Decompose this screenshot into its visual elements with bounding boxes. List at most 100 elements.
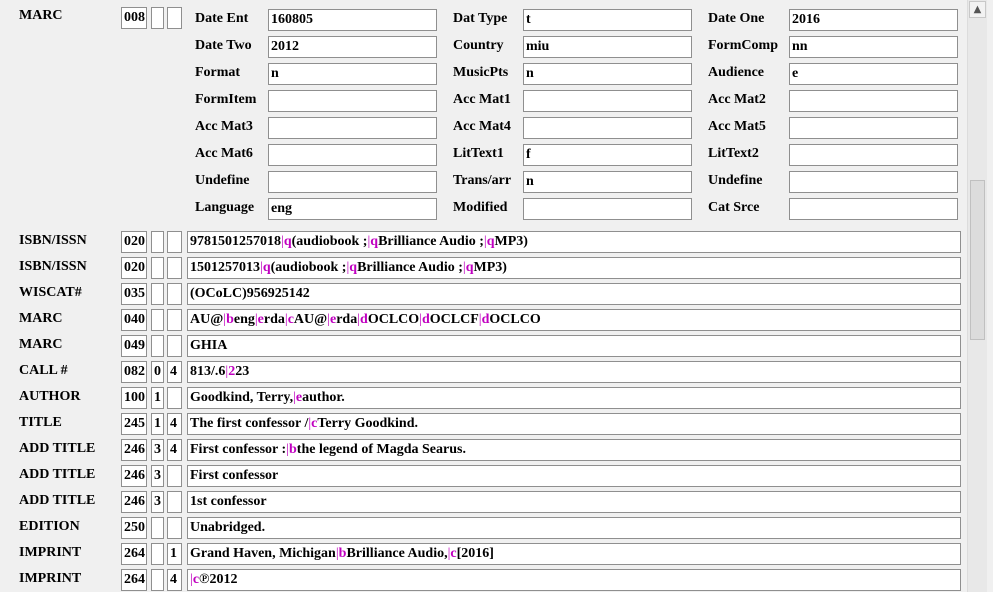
tag-box[interactable]: 020 (121, 231, 147, 253)
field-content[interactable]: The first confessor /|cTerry Goodkind. (187, 413, 961, 435)
fixed-input-language[interactable]: eng (268, 198, 437, 220)
fixed-input-formcomp[interactable]: nn (789, 36, 958, 58)
fixed-input-acc-mat2[interactable] (789, 90, 958, 112)
fixed-input-audience[interactable]: e (789, 63, 958, 85)
indicator2-box[interactable]: 1 (167, 543, 182, 565)
subfield-text: (audiobook ; (270, 260, 347, 275)
scroll-up-arrow-icon[interactable]: ▲ (969, 1, 986, 18)
fixed-label-acc-mat5: Acc Mat5 (708, 119, 766, 134)
fixed-label-littext1: LitText1 (453, 146, 504, 161)
indicator2-box[interactable]: 4 (167, 439, 182, 461)
fixed-input-format[interactable]: n (268, 63, 437, 85)
tag-box[interactable]: 020 (121, 257, 147, 279)
tag-box[interactable]: 082 (121, 361, 147, 383)
subfield-text: First confessor : (190, 442, 287, 457)
subfield-code: b (288, 442, 297, 457)
tag-box[interactable]: 264 (121, 543, 147, 565)
field-content[interactable]: Unabridged. (187, 517, 961, 539)
indicator2-box[interactable] (167, 257, 182, 279)
indicator1-box[interactable] (151, 283, 164, 305)
indicator1-box[interactable]: 1 (151, 387, 164, 409)
fixed-input-date-one[interactable]: 2016 (789, 9, 958, 31)
indicator1-box[interactable]: 0 (151, 361, 164, 383)
fixed-input-undefine[interactable] (789, 171, 958, 193)
fixed-input-undefine[interactable] (268, 171, 437, 193)
indicator2-box[interactable] (167, 335, 182, 357)
field-label: ADD TITLE (19, 493, 96, 508)
field-content[interactable]: 1501257013|q(audiobook ;|qBrilliance Aud… (187, 257, 961, 279)
indicator1-box[interactable] (151, 569, 164, 591)
fixed-input-acc-mat6[interactable] (268, 144, 437, 166)
fixed-label-acc-mat1: Acc Mat1 (453, 92, 511, 107)
subfield-code: b (226, 312, 234, 327)
tag-box[interactable]: 245 (121, 413, 147, 435)
indicator2-box[interactable]: 4 (167, 569, 182, 591)
indicator1-box[interactable] (151, 335, 164, 357)
fixed-input-date-two[interactable]: 2012 (268, 36, 437, 58)
field-content[interactable]: (OCoLC)956925142 (187, 283, 961, 305)
indicator2-box[interactable] (167, 465, 182, 487)
fixed-input-dat-type[interactable]: t (523, 9, 692, 31)
field-content[interactable]: GHIA (187, 335, 961, 357)
fixed-tag-box[interactable]: 008 (121, 7, 147, 29)
field-content[interactable]: Goodkind, Terry,|eauthor. (187, 387, 961, 409)
field-content[interactable]: 9781501257018|q(audiobook ;|qBrilliance … (187, 231, 961, 253)
fixed-ind1-box[interactable] (151, 7, 164, 29)
indicator1-box[interactable] (151, 309, 164, 331)
fixed-input-country[interactable]: miu (523, 36, 692, 58)
tag-box[interactable]: 264 (121, 569, 147, 591)
fixed-input-littext1[interactable]: f (523, 144, 692, 166)
field-content[interactable]: |c℗2012 (187, 569, 961, 591)
field-content[interactable]: First confessor :|bthe legend of Magda S… (187, 439, 961, 461)
fixed-label-formitem: FormItem (195, 92, 257, 107)
field-content[interactable]: Grand Haven, Michigan|bBrilliance Audio,… (187, 543, 961, 565)
fixed-input-acc-mat1[interactable] (523, 90, 692, 112)
tag-box[interactable]: 100 (121, 387, 147, 409)
indicator2-box[interactable] (167, 517, 182, 539)
indicator2-box[interactable] (167, 309, 182, 331)
subfield-text: eng (233, 312, 255, 327)
tag-box[interactable]: 035 (121, 283, 147, 305)
indicator1-box[interactable] (151, 257, 164, 279)
fixed-label-acc-mat4: Acc Mat4 (453, 119, 511, 134)
fixed-input-trans-arr[interactable]: n (523, 171, 692, 193)
scrollbar-thumb[interactable] (970, 180, 985, 340)
indicator1-box[interactable]: 1 (151, 413, 164, 435)
field-content[interactable]: AU@|beng|erda|cAU@|erda|dOCLCO|dOCLCF|dO… (187, 309, 961, 331)
indicator2-box[interactable] (167, 283, 182, 305)
field-content[interactable]: 1st confessor (187, 491, 961, 513)
tag-box[interactable]: 246 (121, 491, 147, 513)
fixed-input-littext2[interactable] (789, 144, 958, 166)
indicator2-box[interactable] (167, 387, 182, 409)
tag-box[interactable]: 246 (121, 465, 147, 487)
fixed-input-acc-mat4[interactable] (523, 117, 692, 139)
subfield-code: d (421, 312, 430, 327)
indicator2-box[interactable] (167, 491, 182, 513)
indicator1-box[interactable] (151, 543, 164, 565)
indicator1-box[interactable]: 3 (151, 491, 164, 513)
fixed-input-cat-srce[interactable] (789, 198, 958, 220)
indicator2-box[interactable] (167, 231, 182, 253)
indicator2-box[interactable]: 4 (167, 413, 182, 435)
field-content[interactable]: 813/.6|223 (187, 361, 961, 383)
field-content[interactable]: First confessor (187, 465, 961, 487)
indicator2-box[interactable]: 4 (167, 361, 182, 383)
indicator1-box[interactable] (151, 231, 164, 253)
fixed-input-musicpts[interactable]: n (523, 63, 692, 85)
tag-box[interactable]: 040 (121, 309, 147, 331)
indicator1-box[interactable]: 3 (151, 465, 164, 487)
field-label: MARC (19, 311, 63, 326)
tag-box[interactable]: 250 (121, 517, 147, 539)
indicator1-box[interactable] (151, 517, 164, 539)
fixed-input-date-ent[interactable]: 160805 (268, 9, 437, 31)
field-label: TITLE (19, 415, 62, 430)
tag-box[interactable]: 246 (121, 439, 147, 461)
fixed-ind2-box[interactable] (167, 7, 182, 29)
fixed-input-acc-mat3[interactable] (268, 117, 437, 139)
indicator1-box[interactable]: 3 (151, 439, 164, 461)
fixed-input-acc-mat5[interactable] (789, 117, 958, 139)
fixed-input-modified[interactable] (523, 198, 692, 220)
vertical-scrollbar[interactable]: ▲ (967, 0, 987, 592)
fixed-input-formitem[interactable] (268, 90, 437, 112)
tag-box[interactable]: 049 (121, 335, 147, 357)
